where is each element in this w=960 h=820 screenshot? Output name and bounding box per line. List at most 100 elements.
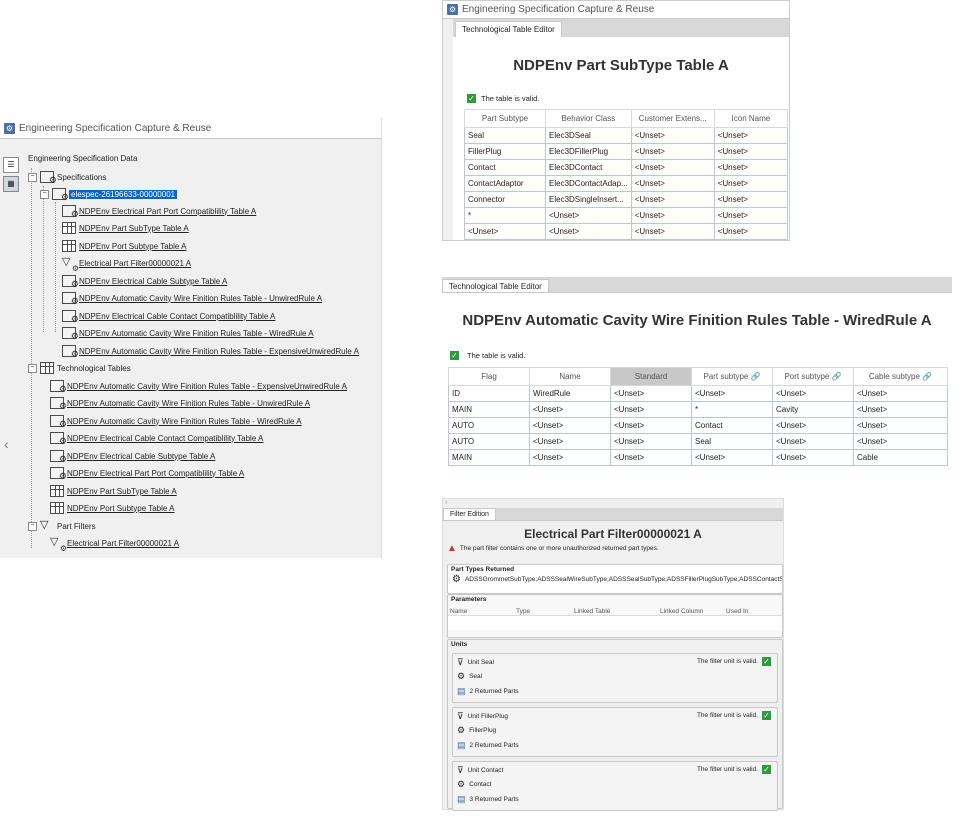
param-column-header[interactable]: Type	[516, 608, 574, 615]
column-header[interactable]: Flag	[448, 367, 530, 386]
column-header[interactable]: Part Subtype	[464, 109, 546, 128]
table-cell[interactable]: <Unset>	[691, 449, 773, 466]
toolbar-spec-icon[interactable]: ▦	[3, 176, 19, 192]
tree-node-tech-tables[interactable]: − Technological Tables	[28, 362, 131, 374]
table-cell[interactable]: Seal	[464, 127, 546, 144]
column-header[interactable]: Behavior Class	[545, 109, 632, 128]
table-cell[interactable]: *	[464, 207, 546, 224]
tree-item[interactable]: NDPEnv Electrical Part Port Compatiblili…	[62, 205, 256, 220]
table-row[interactable]: Connector Elec3DSingleInsert... <Unset> <Un…	[464, 191, 789, 208]
table-cell[interactable]: Elec3DSingleInsert...	[545, 191, 632, 208]
table-cell[interactable]: Elec3DContact	[545, 159, 632, 176]
tree-root[interactable]: Engineering Specification Data	[28, 154, 137, 163]
table-cell[interactable]: AUTO	[448, 417, 530, 434]
table-row[interactable]: MAIN <Unset> <Unset> * Cavity <Unset>	[448, 401, 948, 418]
tree-item[interactable]: NDPEnv Electrical Cable Contact Compatib…	[62, 310, 275, 325]
table-cell[interactable]: <Unset>	[630, 143, 715, 160]
table-cell[interactable]: <Unset>	[713, 223, 789, 240]
tree-item[interactable]: NDPEnv Automatic Cavity Wire Finition Ru…	[50, 397, 310, 412]
column-header[interactable]: Icon Name	[713, 109, 789, 128]
filter-unit[interactable]: ⊽ Unit Contact The filter unit is valid. ✓ ⚙…	[452, 761, 778, 811]
table-row[interactable]: <Unset> <Unset> <Unset> <Unset>	[464, 223, 789, 240]
table-cell[interactable]: <Unset>	[610, 449, 692, 466]
table-cell[interactable]: Seal	[691, 433, 773, 450]
table-row[interactable]: AUTO <Unset> <Unset> Seal <Unset> <Unset>	[448, 433, 948, 450]
table-cell[interactable]: *	[691, 401, 773, 418]
table-cell[interactable]: Elec3DFillerPlug	[545, 143, 632, 160]
table-cell[interactable]: FillerPlug	[464, 143, 546, 160]
table-cell[interactable]: <Unset>	[529, 449, 611, 466]
table-cell[interactable]: <Unset>	[713, 191, 789, 208]
table-cell[interactable]: <Unset>	[610, 433, 692, 450]
column-header[interactable]: Part subtype 🔗	[691, 367, 773, 386]
table-cell[interactable]: <Unset>	[610, 417, 692, 434]
table-cell[interactable]: Connector	[464, 191, 546, 208]
table-cell[interactable]: ContactAdaptor	[464, 175, 546, 192]
table-row[interactable]: ContactAdaptor Elec3DContactAdap... <Unset…	[464, 175, 789, 192]
tab-filter-edition[interactable]: Filter Edition	[443, 508, 496, 520]
table-row[interactable]: ID WiredRule <Unset> <Unset> <Unset> <Unset>	[448, 385, 948, 402]
table-row[interactable]: MAIN <Unset> <Unset> <Unset> <Unset> Cable	[448, 449, 948, 466]
tree-item[interactable]: Electrical Part Filter00000021 A	[62, 255, 191, 273]
filter-unit[interactable]: ⊽ Unit Seal The filter unit is valid. ✓ ⚙ Sea…	[452, 653, 778, 703]
param-column-header[interactable]: Name	[450, 608, 516, 615]
table-cell[interactable]: <Unset>	[630, 159, 715, 176]
table-cell[interactable]: <Unset>	[772, 417, 854, 434]
table-cell[interactable]: <Unset>	[853, 385, 948, 402]
table-cell[interactable]: <Unset>	[610, 385, 692, 402]
tree-node-specifications[interactable]: − Specifications	[28, 171, 106, 186]
table-cell[interactable]: <Unset>	[853, 433, 948, 450]
table-cell[interactable]: <Unset>	[529, 417, 611, 434]
table-cell[interactable]: Cable	[853, 449, 948, 466]
table-cell[interactable]: AUTO	[448, 433, 530, 450]
table-cell[interactable]: <Unset>	[772, 433, 854, 450]
table-cell[interactable]: <Unset>	[464, 223, 546, 240]
table-cell[interactable]: <Unset>	[529, 401, 611, 418]
table-cell[interactable]: <Unset>	[545, 223, 632, 240]
tree-node-part-filters[interactable]: − ▽ Part Filters	[28, 520, 96, 532]
column-header[interactable]: Standard	[610, 367, 692, 386]
table-cell[interactable]: <Unset>	[713, 207, 789, 224]
table-cell[interactable]: <Unset>	[853, 401, 948, 418]
tree-item[interactable]: NDPEnv Automatic Cavity Wire Finition Ru…	[50, 415, 302, 430]
tab-technological-table-editor[interactable]: Technological Table Editor	[442, 279, 549, 292]
table-cell[interactable]: <Unset>	[691, 385, 773, 402]
column-header[interactable]: Name	[529, 367, 611, 386]
table-cell[interactable]: <Unset>	[529, 433, 611, 450]
table-cell[interactable]: <Unset>	[630, 127, 715, 144]
column-header[interactable]: Port subtype 🔗	[772, 367, 854, 386]
table-row[interactable]: Seal Elec3DSeal <Unset> <Unset>	[464, 127, 789, 144]
table-cell[interactable]: <Unset>	[713, 175, 789, 192]
table-cell[interactable]: <Unset>	[713, 127, 789, 144]
tree-node-spec-id[interactable]: − elespec-26196633-00000001	[40, 188, 178, 203]
filter-unit[interactable]: ⊽ Unit FillerPlug The filter unit is valid…	[452, 707, 778, 757]
table-cell[interactable]: Contact	[464, 159, 546, 176]
column-header[interactable]: Cable subtype 🔗	[853, 367, 948, 386]
tree-item[interactable]: NDPEnv Electrical Part Port Compatiblili…	[50, 467, 244, 482]
tree-item[interactable]: NDPEnv Automatic Cavity Wire Finition Ru…	[62, 292, 322, 307]
table-cell[interactable]: <Unset>	[772, 385, 854, 402]
collapse-icon[interactable]: −	[28, 363, 37, 373]
tree-item[interactable]: NDPEnv Electrical Cable Subtype Table A	[50, 450, 215, 465]
toolbar-tree-icon[interactable]: ☰	[3, 157, 19, 173]
table-cell[interactable]: Contact	[691, 417, 773, 434]
table-cell[interactable]: ID	[448, 385, 530, 402]
tree-item[interactable]: NDPEnv Electrical Cable Subtype Table A	[62, 275, 227, 290]
tree-item[interactable]: Electrical Part Filter00000021 A	[50, 535, 179, 553]
table-cell[interactable]: <Unset>	[630, 191, 715, 208]
table-cell[interactable]: <Unset>	[713, 159, 789, 176]
param-column-header[interactable]: Used In	[726, 608, 748, 615]
table-cell[interactable]: MAIN	[448, 401, 530, 418]
table-cell[interactable]: <Unset>	[630, 223, 715, 240]
tab-technological-table-editor[interactable]: Technological Table Editor	[455, 21, 562, 37]
collapse-icon[interactable]: −	[40, 189, 49, 199]
tree-item[interactable]: NDPEnv Electrical Cable Contact Compatib…	[50, 432, 263, 447]
table-cell[interactable]: <Unset>	[545, 207, 632, 224]
table-cell[interactable]: <Unset>	[630, 207, 715, 224]
table-cell[interactable]: Cavity	[772, 401, 854, 418]
table-row[interactable]: Contact Elec3DContact <Unset> <Unset>	[464, 159, 789, 176]
table-cell[interactable]: <Unset>	[713, 143, 789, 160]
part-types-value[interactable]: ADSSGrommetSubType;ADSSSealWireSubType;A…	[465, 576, 782, 583]
table-cell[interactable]: Elec3DSeal	[545, 127, 632, 144]
table-row[interactable]: FillerPlug Elec3DFillerPlug <Unset> <Unset>	[464, 143, 789, 160]
